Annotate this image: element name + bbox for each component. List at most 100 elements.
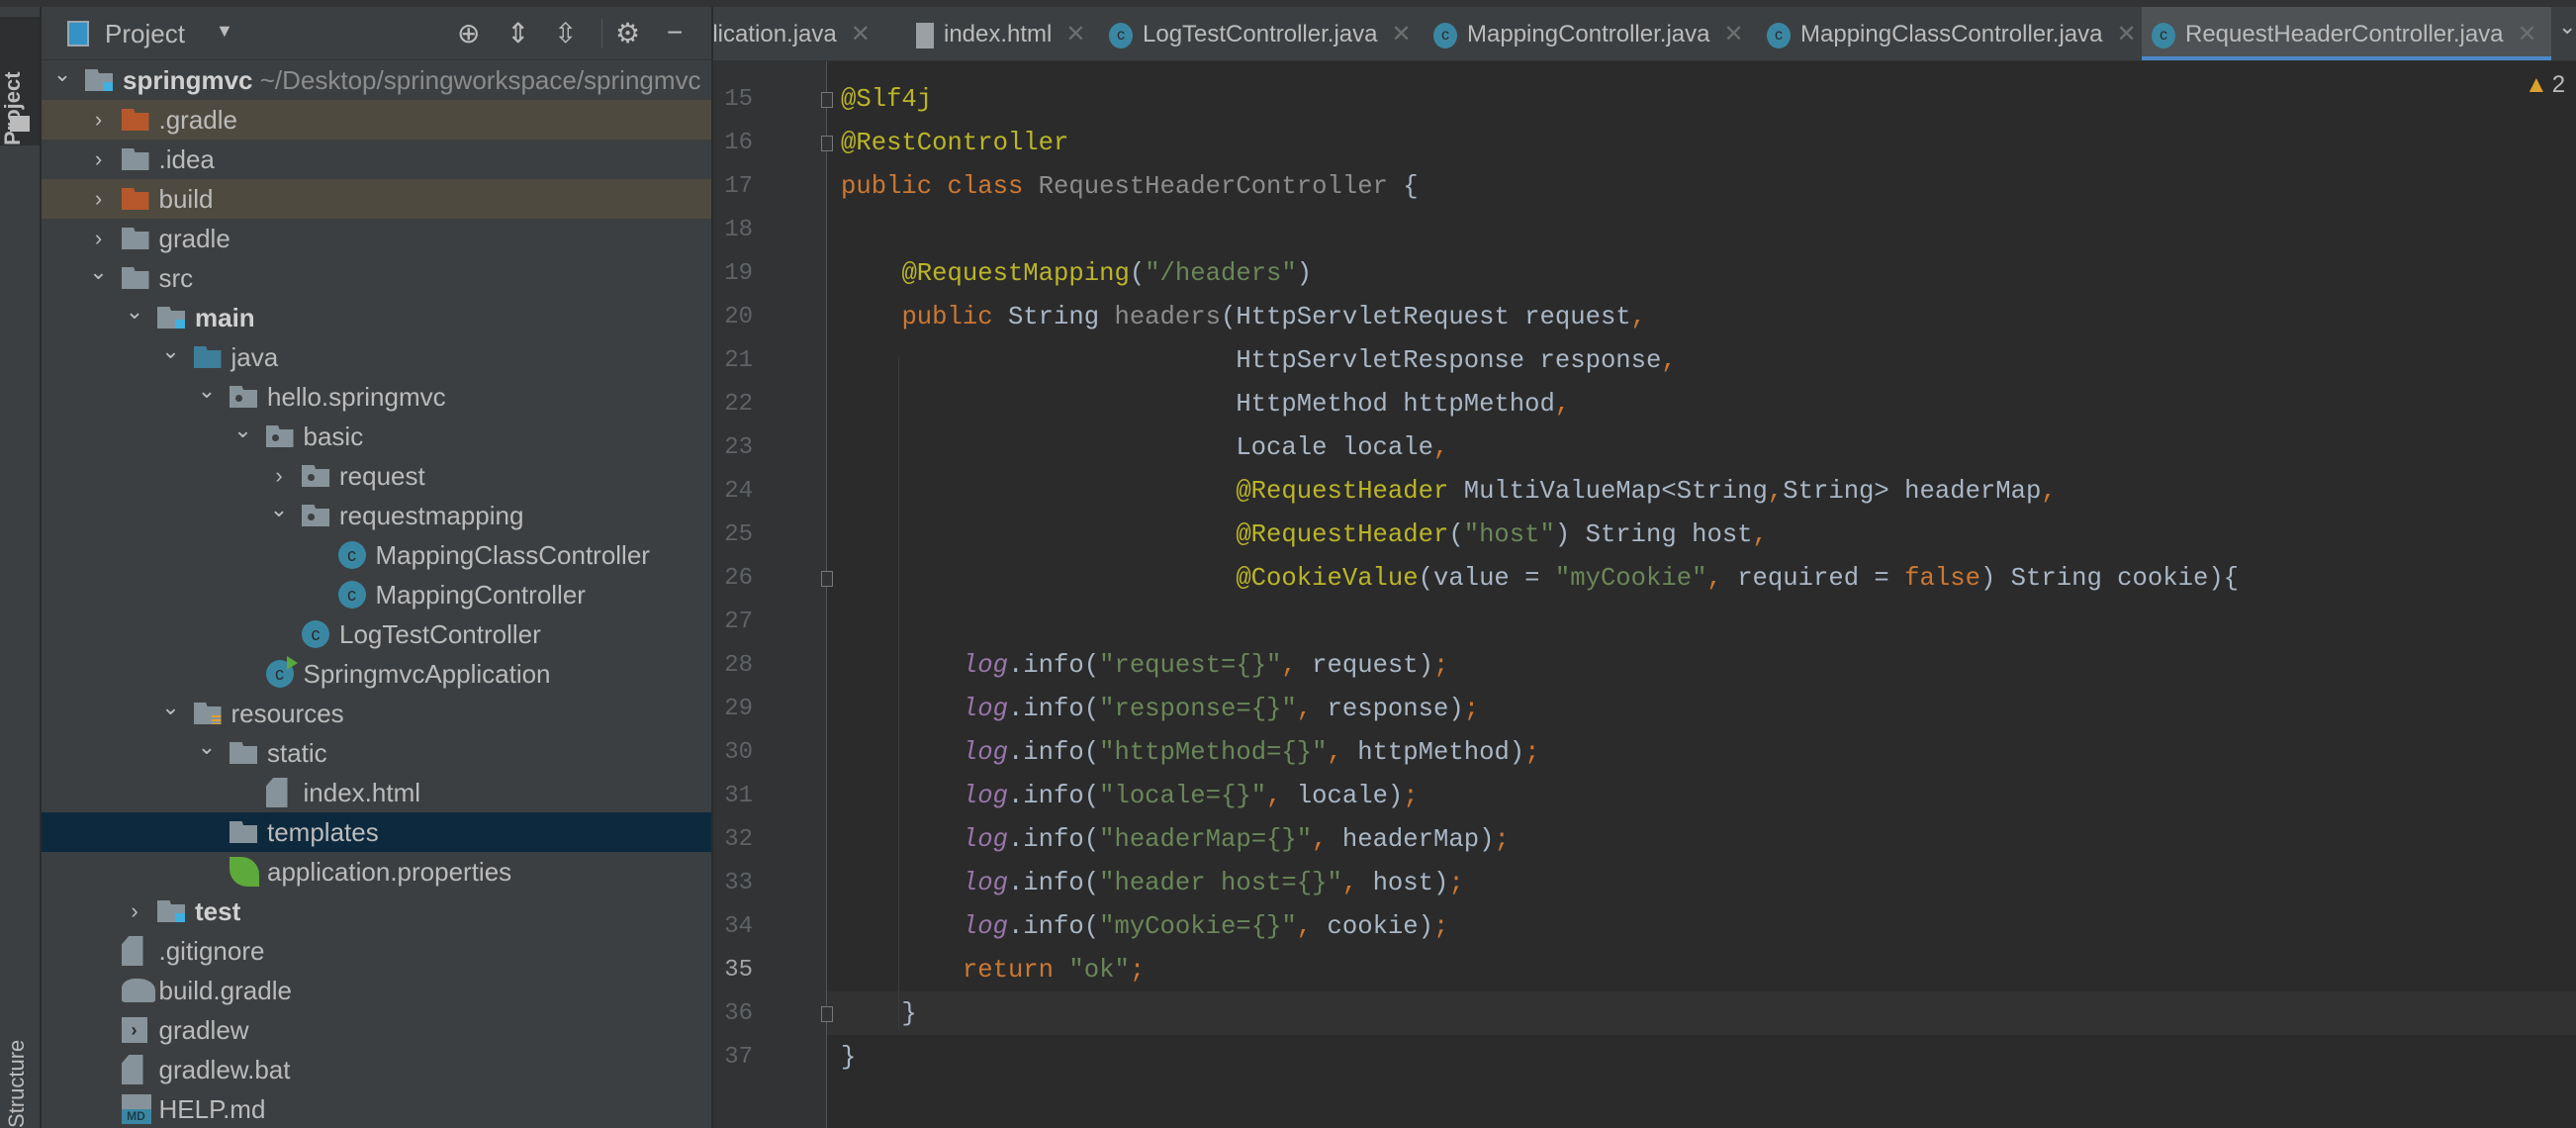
editor-tab[interactable]: c LogTestController.java ✕ — [1099, 7, 1426, 60]
code-line: } — [841, 1036, 856, 1080]
tree-item[interactable]: › gradlew — [42, 1010, 711, 1050]
gear-icon[interactable]: ⚙ — [615, 17, 640, 49]
close-icon[interactable]: ✕ — [1065, 21, 1085, 47]
code-token: public class — [841, 172, 1039, 201]
code-token: host) — [1372, 869, 1449, 897]
fold-guide — [826, 61, 827, 1128]
chevron-right-icon[interactable]: › — [122, 892, 147, 931]
close-icon[interactable]: ✕ — [2116, 21, 2136, 47]
minimize-icon[interactable]: − — [667, 17, 683, 48]
chevron-right-icon[interactable]: › — [86, 179, 112, 219]
editor-tab[interactable]: c MappingClassController.java ✕ — [1757, 7, 2151, 60]
tree-item[interactable]: MD HELP.md — [42, 1089, 711, 1128]
tree-item-label: hello.springmvc — [267, 377, 446, 417]
tree-item[interactable]: index.html — [42, 773, 711, 812]
editor-tab[interactable]: index.html ✕ — [906, 7, 1100, 60]
structure-tool-tab[interactable]: Structure — [4, 1019, 30, 1128]
tree-item[interactable]: .gitignore — [42, 931, 711, 971]
line-number: 16 — [724, 130, 753, 156]
chevron-down-icon[interactable]: ⌄ — [158, 688, 184, 727]
tree-item[interactable]: c MappingClassController — [42, 535, 711, 575]
tree-item[interactable]: › .gradle — [42, 100, 711, 140]
tree-item-label: .idea — [159, 140, 215, 179]
tree-item[interactable]: ⌄ java — [42, 337, 711, 377]
editor-tab[interactable]: c MappingController.java ✕ — [1424, 7, 1758, 60]
code-token: MultiValueMap<String — [1448, 477, 1768, 506]
chevron-down-icon[interactable]: ⌄ — [158, 331, 184, 371]
tree-item[interactable]: c LogTestController — [42, 614, 711, 654]
fold-marker-icon[interactable] — [821, 92, 833, 108]
tree-item[interactable]: ⌄ requestmapping — [42, 496, 711, 535]
chevron-down-icon[interactable]: ▼ — [216, 21, 233, 42]
tree-item[interactable]: application.properties — [42, 852, 711, 892]
editor-tab[interactable]: c RequestHeaderController.java ✕ — [2142, 7, 2551, 60]
close-icon[interactable]: ✕ — [2518, 21, 2537, 47]
tree-item-name: static — [267, 738, 327, 768]
close-icon[interactable]: ✕ — [1391, 21, 1411, 47]
fold-marker-icon[interactable] — [821, 136, 833, 151]
tree-item[interactable]: › build — [42, 179, 711, 219]
tree-item[interactable]: c MappingController — [42, 575, 711, 614]
tree-item-label: .gradle — [159, 100, 238, 140]
tree-item[interactable]: ⌄ main — [42, 298, 711, 337]
tree-item[interactable]: c SpringmvcApplication — [42, 654, 711, 694]
code-token: (HttpServletRequest request — [1220, 303, 1631, 331]
project-view-selector[interactable]: Project — [105, 19, 185, 49]
line-number: 34 — [724, 913, 753, 940]
chevron-down-icon[interactable]: ⌄ — [266, 490, 292, 529]
fold-marker-icon[interactable] — [821, 1006, 833, 1022]
code-line: public class RequestHeaderController { — [841, 165, 1419, 209]
editor-tab[interactable]: plication.java ✕ — [713, 7, 884, 60]
chevron-right-icon[interactable]: › — [86, 100, 112, 140]
tree-item[interactable]: gradlew.bat — [42, 1050, 711, 1089]
tree-item-name: .gradle — [158, 105, 238, 135]
folder-icon — [10, 116, 30, 132]
line-number: 17 — [724, 173, 753, 200]
chevron-down-icon[interactable]: ⌄ — [86, 252, 112, 292]
chevron-down-icon[interactable]: ⌄ — [49, 54, 75, 94]
tree-item[interactable]: ⌄ resources — [42, 694, 711, 733]
tree-item[interactable]: ⌄ springmvc ~/Desktop/springworkspace/spr… — [42, 60, 711, 100]
tree-item[interactable]: › request — [42, 456, 711, 496]
close-icon[interactable]: ✕ — [851, 21, 871, 47]
tree-item[interactable]: ⌄ basic — [42, 417, 711, 456]
code-token: false — [1904, 564, 1980, 593]
tree-item[interactable]: ⌄ hello.springmvc — [42, 377, 711, 417]
code-line: return "ok"; — [841, 949, 1145, 992]
tree-item-name: gradlew.bat — [158, 1055, 291, 1084]
tree-item[interactable]: ⌄ static — [42, 733, 711, 773]
line-number: 19 — [724, 260, 753, 287]
tree-item[interactable]: › test — [42, 892, 711, 931]
expand-all-icon[interactable]: ⇕ — [506, 17, 529, 49]
code-token: ; — [1433, 912, 1449, 941]
fold-marker-icon[interactable] — [821, 571, 833, 587]
tree-item-label: resources — [231, 694, 344, 733]
chevron-down-icon[interactable]: ⌄ — [2558, 14, 2576, 40]
tree-item[interactable]: › .idea — [42, 140, 711, 179]
inspection-widget[interactable]: ▲ 2 — [2525, 71, 2565, 99]
tree-item[interactable]: build.gradle — [42, 971, 711, 1010]
close-icon[interactable]: ✕ — [1723, 21, 1743, 47]
locate-icon[interactable]: ⊕ — [457, 17, 480, 49]
folder-excluded-icon — [121, 109, 149, 131]
tree-item[interactable]: › gradle — [42, 219, 711, 258]
code-line: log.info("myCookie={}", cookie); — [841, 905, 1449, 949]
code-token: HttpMethod httpMethod — [841, 390, 1555, 419]
chevron-right-icon[interactable]: › — [86, 140, 112, 179]
folder-icon — [230, 742, 257, 764]
collapse-all-icon[interactable]: ⇳ — [554, 17, 577, 49]
chevron-down-icon[interactable]: ⌄ — [122, 292, 147, 331]
package-icon — [302, 505, 329, 526]
code-token: , — [1433, 433, 1449, 462]
tree-item[interactable]: templates — [42, 812, 711, 852]
code-token: , — [1706, 564, 1738, 593]
chevron-down-icon[interactable]: ⌄ — [194, 371, 220, 411]
code-line: @RestController — [841, 122, 1068, 165]
code-token: return — [962, 956, 1069, 985]
chevron-down-icon[interactable]: ⌄ — [230, 411, 256, 450]
chevron-down-icon[interactable]: ⌄ — [194, 727, 220, 767]
tree-item-name: build — [158, 184, 214, 214]
code-token: , — [1296, 695, 1328, 723]
line-number: 25 — [724, 521, 753, 548]
